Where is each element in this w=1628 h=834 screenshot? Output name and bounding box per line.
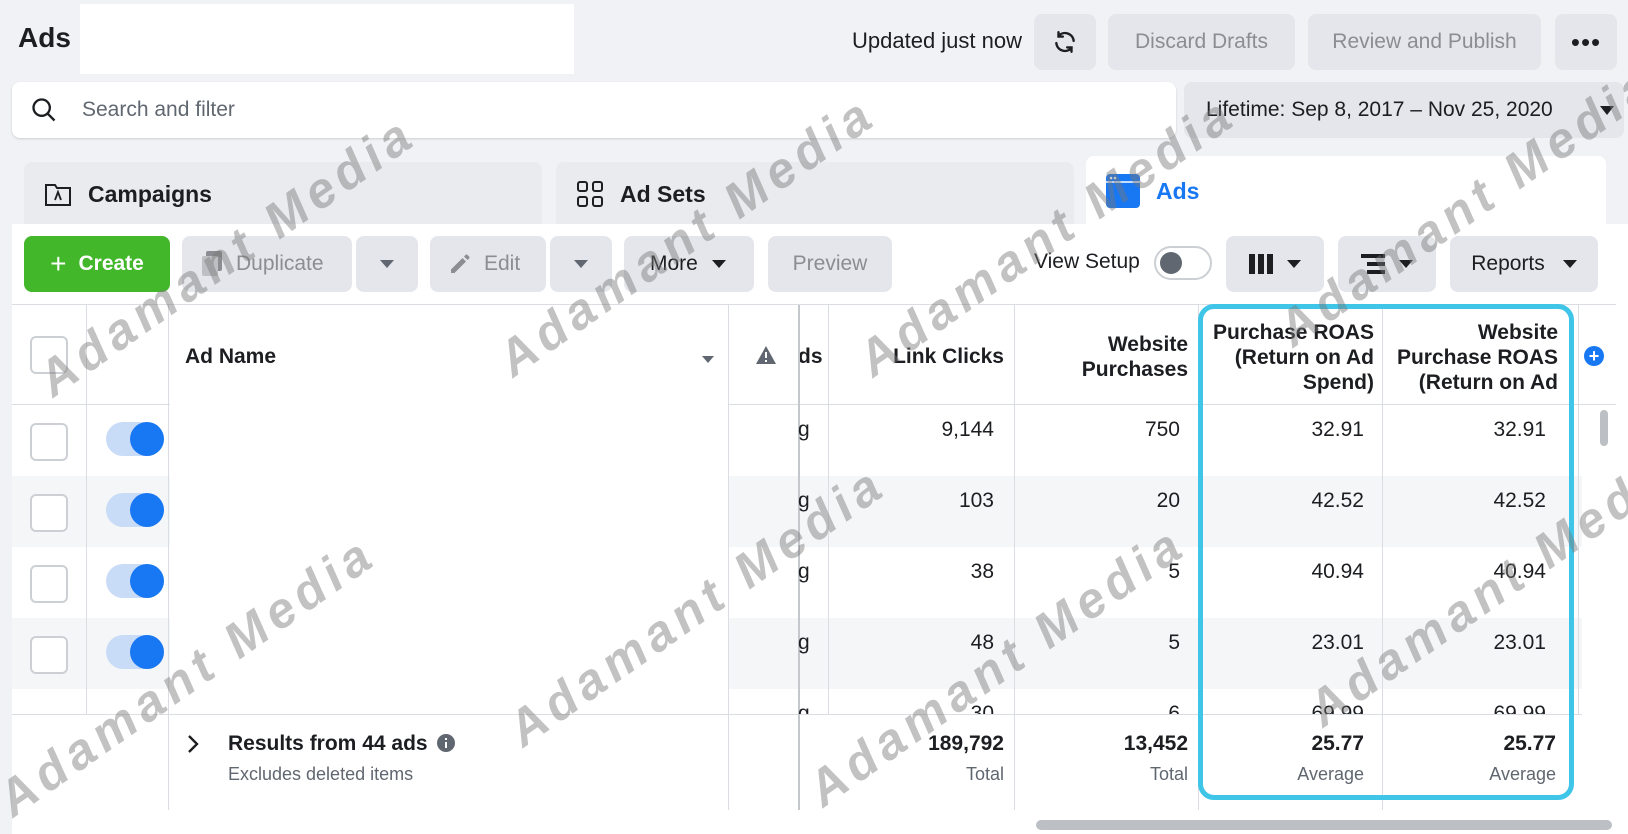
column-divider <box>728 714 729 810</box>
column-divider <box>1014 714 1015 810</box>
row-partial-cell: g <box>798 489 810 512</box>
total-link-clicks: 189,792 <box>928 732 1004 755</box>
grid-icon <box>576 180 604 208</box>
tab-ad-sets[interactable]: Ad Sets <box>556 162 1074 226</box>
link-clicks-cell: 38 <box>970 560 994 583</box>
info-icon[interactable] <box>437 734 456 752</box>
date-range-picker[interactable]: Lifetime: Sep 8, 2017 – Nov 25, 2020 <box>1184 82 1624 138</box>
discard-drafts-button[interactable]: Discard Drafts <box>1108 14 1295 70</box>
date-range-label: Lifetime: Sep 8, 2017 – Nov 25, 2020 <box>1206 98 1553 121</box>
horizontal-scrollbar[interactable] <box>1036 820 1612 830</box>
chevron-down-icon <box>1287 260 1301 268</box>
column-header-ad-name[interactable]: Ad Name <box>185 344 276 369</box>
page-title: Ads <box>18 22 71 53</box>
search-input[interactable] <box>82 90 1162 130</box>
chevron-down-icon <box>1399 260 1413 268</box>
row-partial-cell: g <box>798 631 810 654</box>
total-website-purchases-label: Total <box>1149 764 1188 784</box>
more-label: More <box>650 252 698 275</box>
ad-name-column <box>170 404 728 714</box>
duplicate-dropdown[interactable] <box>356 236 418 292</box>
row-partial-cell: g <box>798 418 810 441</box>
vertical-scrollbar[interactable] <box>1600 410 1608 446</box>
refresh-icon <box>1055 31 1075 53</box>
chevron-down-icon <box>380 260 394 268</box>
view-setup-toggle[interactable] <box>1154 246 1212 280</box>
website-purchases-cell: 5 <box>1168 560 1180 583</box>
sort-dropdown-icon[interactable] <box>702 356 714 363</box>
column-header-results-partial: ds <box>798 345 823 368</box>
redacted-area <box>80 4 574 74</box>
more-button[interactable]: More <box>624 236 754 292</box>
results-summary-title: Results from 44 ads <box>228 732 456 756</box>
search-bar <box>12 82 1176 138</box>
more-options-button[interactable]: ••• <box>1555 14 1617 70</box>
total-website-purchases: 13,452 <box>1123 732 1188 755</box>
total-link-clicks-label: Total <box>965 764 1004 784</box>
ad-status-toggle[interactable] <box>106 422 164 456</box>
tab-campaigns[interactable]: Campaigns <box>24 162 542 226</box>
tab-label: Ads <box>1156 177 1200 204</box>
website-purchases-cell: 5 <box>1168 631 1180 654</box>
chevron-down-icon <box>574 260 588 268</box>
campaign-folder-icon <box>44 181 72 207</box>
chevron-down-icon <box>1562 260 1577 268</box>
pencil-icon <box>451 254 470 273</box>
row-checkbox[interactable] <box>30 494 68 532</box>
column-header-website-purchases[interactable]: Website Purchases <box>1026 332 1188 382</box>
reports-button[interactable]: Reports <box>1450 236 1598 292</box>
ad-status-toggle[interactable] <box>106 564 164 598</box>
results-summary-subtitle: Excludes deleted items <box>228 764 414 784</box>
link-clicks-cell: 9,144 <box>941 418 994 441</box>
tab-label: Campaigns <box>88 180 212 207</box>
create-label: Create <box>78 252 144 275</box>
reports-label: Reports <box>1471 252 1545 275</box>
duplicate-icon <box>202 251 222 276</box>
chevron-down-icon <box>1600 106 1614 115</box>
link-clicks-cell: 103 <box>958 489 994 512</box>
columns-icon <box>1249 254 1273 274</box>
column-divider <box>798 714 800 810</box>
results-summary-text: Results from 44 ads <box>228 732 428 755</box>
duplicate-label: Duplicate <box>236 252 324 275</box>
column-divider <box>168 714 169 810</box>
breakdown-icon <box>1361 254 1385 274</box>
tab-label: Ad Sets <box>620 180 706 207</box>
view-setup-label: View Setup <box>1034 250 1140 273</box>
column-header-link-clicks[interactable]: Link Clicks <box>820 344 1004 369</box>
updated-status: Updated just now <box>852 28 1022 53</box>
website-purchases-cell: 750 <box>1144 418 1180 441</box>
tab-ads[interactable]: Ads <box>1086 156 1606 226</box>
review-publish-button[interactable]: Review and Publish <box>1308 14 1541 70</box>
refresh-button[interactable] <box>1034 14 1096 70</box>
row-checkbox[interactable] <box>30 423 68 461</box>
row-checkbox[interactable] <box>30 636 68 674</box>
row-checkbox[interactable] <box>30 565 68 603</box>
select-all-checkbox[interactable] <box>30 336 68 374</box>
website-purchases-cell: 20 <box>1156 489 1180 512</box>
edit-dropdown[interactable] <box>550 236 612 292</box>
duplicate-button[interactable]: Duplicate <box>182 236 352 292</box>
chevron-down-icon <box>711 260 726 268</box>
ad-status-toggle[interactable] <box>106 635 164 669</box>
link-clicks-cell: 48 <box>970 631 994 654</box>
warning-icon <box>756 346 776 364</box>
roas-columns-highlight <box>1198 304 1574 800</box>
row-partial-cell: g <box>798 560 810 583</box>
ad-status-toggle[interactable] <box>106 493 164 527</box>
chevron-right-icon[interactable] <box>186 734 200 754</box>
ad-window-icon <box>1106 174 1140 208</box>
edit-label: Edit <box>484 252 521 275</box>
add-column-icon[interactable]: + <box>1584 346 1604 366</box>
preview-button[interactable]: Preview <box>768 236 892 292</box>
breakdown-button[interactable] <box>1338 236 1436 292</box>
plus-icon: + <box>50 248 67 279</box>
columns-button[interactable] <box>1226 236 1324 292</box>
search-icon <box>32 98 56 122</box>
create-button[interactable]: + Create <box>24 236 170 292</box>
edit-button[interactable]: Edit <box>430 236 546 292</box>
